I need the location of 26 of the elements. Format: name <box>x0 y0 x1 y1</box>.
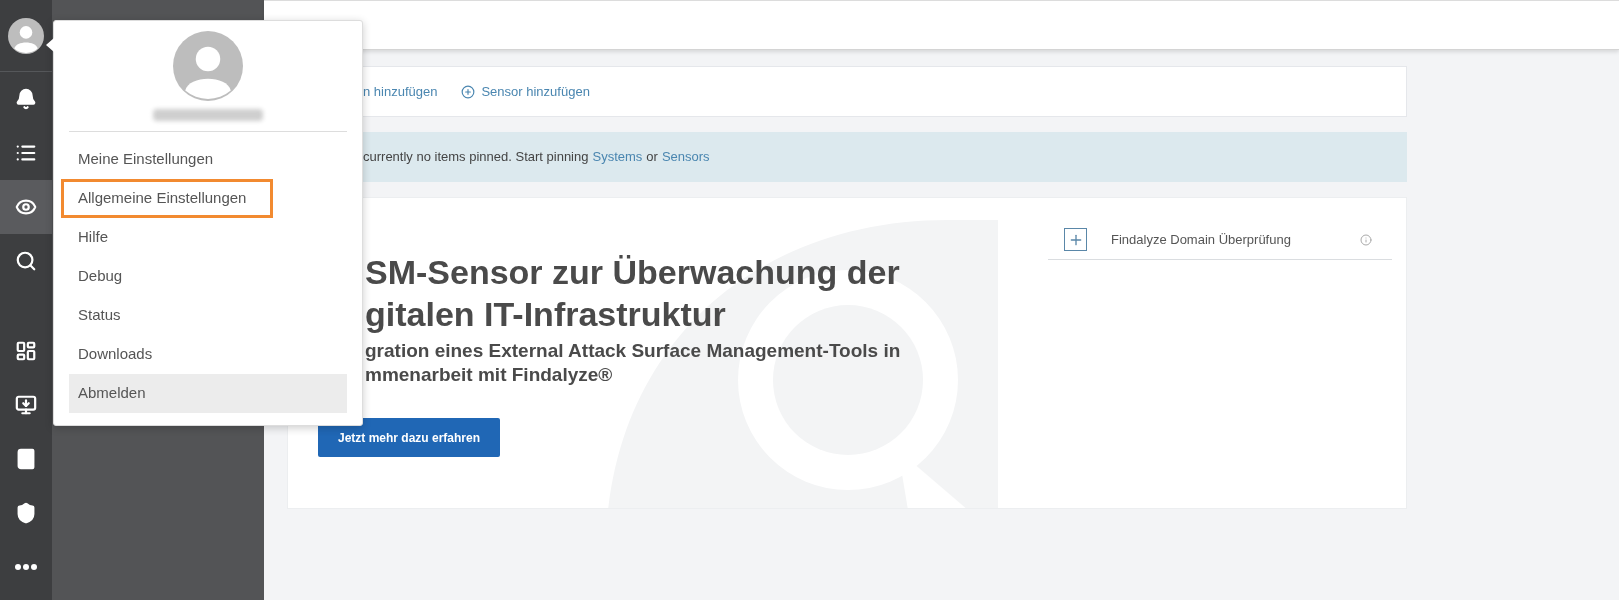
dashboard-icon <box>15 340 37 362</box>
promo-subtitle: gration eines External Attack Surface Management-Tools in <box>365 339 902 363</box>
sidebar-item[interactable] <box>0 180 52 234</box>
widget-label: Findalyze Domain Überprüfung <box>1111 230 1291 249</box>
profile-avatar-icon <box>173 31 243 101</box>
monitor-download-icon <box>15 394 37 416</box>
add-link[interactable]: Sensor hinzufügen <box>461 81 590 102</box>
more-icon <box>15 564 37 570</box>
menu-item[interactable]: Abmelden <box>69 374 347 413</box>
add-link[interactable]: n hinzufügen <box>363 81 438 102</box>
info-icon <box>1360 233 1372 246</box>
avatar-icon <box>8 17 44 54</box>
info-text: currently no items pinned. Start pinning <box>363 148 589 167</box>
promo-title: SM-Sensor zur Überwachung der <box>365 252 901 293</box>
promo-title: gitalen IT-Infrastruktur <box>365 294 727 335</box>
bell-icon <box>15 88 37 110</box>
add-widget-button[interactable] <box>1064 228 1087 251</box>
user-avatar-button[interactable] <box>8 17 44 54</box>
menu-item[interactable]: Allgemeine Einstellungen <box>61 179 273 218</box>
shield-icon <box>15 502 37 524</box>
list-icon <box>15 142 37 164</box>
learn-more-button[interactable]: Jetzt mehr dazu erfahren <box>318 418 501 457</box>
promo-subtitle: mmenarbeit mit Findalyze® <box>365 363 614 387</box>
plus-circle-icon <box>461 84 476 99</box>
search-icon <box>15 250 37 272</box>
info-text: or <box>646 148 658 167</box>
